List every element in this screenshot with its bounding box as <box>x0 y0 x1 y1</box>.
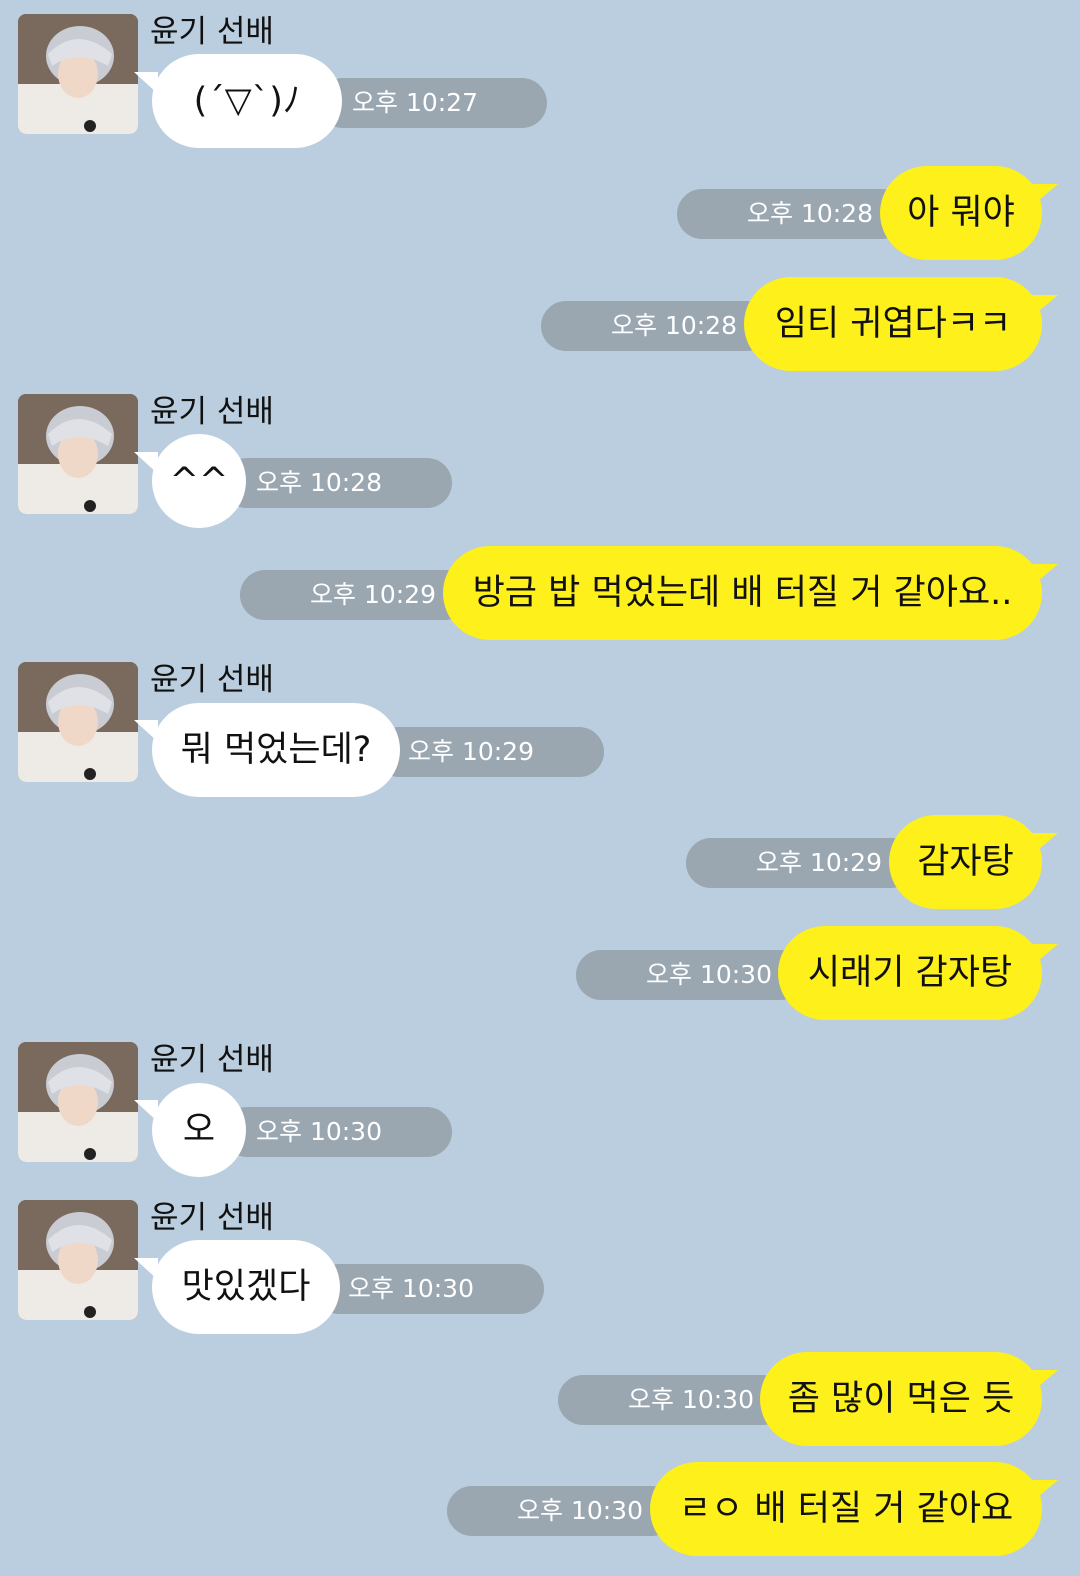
avatar[interactable] <box>18 1042 138 1162</box>
timestamp: 오후 10:30 <box>558 1375 788 1425</box>
message-bubble[interactable]: 임티 귀엽다ㅋㅋ <box>744 277 1042 371</box>
chat-area[interactable]: 윤기 선배 오후 10:27 (´▽`)ﾉ 오후 10:28 아 뭐야 오후 1… <box>0 0 1080 1576</box>
timestamp: 오후 10:27 <box>318 78 547 128</box>
sender-name: 윤기 선배 <box>150 662 274 698</box>
profile-photo <box>18 14 138 134</box>
timestamp: 오후 10:30 <box>576 950 806 1000</box>
avatar[interactable] <box>18 14 138 134</box>
message-bubble[interactable]: 오 <box>152 1083 246 1177</box>
sender-name: 윤기 선배 <box>150 1042 274 1078</box>
timestamp: 오후 10:28 <box>677 189 907 239</box>
avatar[interactable] <box>18 662 138 782</box>
message-bubble[interactable]: 맛있겠다 <box>152 1240 340 1334</box>
timestamp: 오후 10:30 <box>447 1486 677 1536</box>
message-bubble[interactable]: 아 뭐야 <box>880 166 1042 260</box>
sender-name: 윤기 선배 <box>150 394 274 430</box>
profile-photo <box>18 662 138 782</box>
message-bubble[interactable]: 뭐 먹었는데? <box>152 703 400 797</box>
sender-name: 윤기 선배 <box>150 14 274 50</box>
profile-photo <box>18 394 138 514</box>
timestamp: 오후 10:28 <box>222 458 452 508</box>
timestamp: 오후 10:30 <box>314 1264 544 1314</box>
sender-name: 윤기 선배 <box>150 1200 274 1236</box>
message-bubble[interactable]: ㄹㅇ 배 터질 거 같아요 <box>650 1462 1042 1556</box>
message-bubble[interactable]: 방금 밥 먹었는데 배 터질 거 같아요.. <box>443 546 1042 640</box>
profile-photo <box>18 1200 138 1320</box>
timestamp: 오후 10:30 <box>222 1107 452 1157</box>
avatar[interactable] <box>18 394 138 514</box>
message-bubble[interactable]: (´▽`)ﾉ <box>152 54 342 148</box>
timestamp: 오후 10:29 <box>374 727 604 777</box>
message-bubble[interactable]: 감자탕 <box>889 815 1042 909</box>
message-bubble[interactable]: 좀 많이 먹은 듯 <box>760 1352 1042 1446</box>
timestamp: 오후 10:29 <box>240 570 470 620</box>
timestamp: 오후 10:29 <box>686 838 916 888</box>
message-bubble[interactable]: 시래기 감자탕 <box>778 926 1042 1020</box>
profile-photo <box>18 1042 138 1162</box>
avatar[interactable] <box>18 1200 138 1320</box>
timestamp: 오후 10:28 <box>541 301 771 351</box>
message-bubble[interactable]: ^^ <box>152 434 246 528</box>
